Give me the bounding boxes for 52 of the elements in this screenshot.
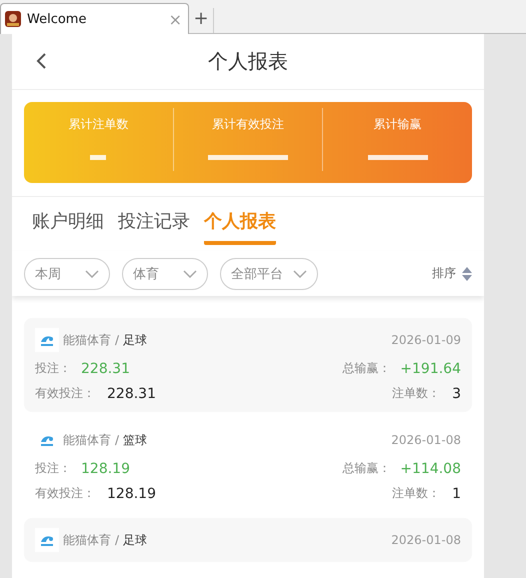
sort-button[interactable]: 排序 xyxy=(432,265,472,282)
count-value: 3 xyxy=(452,386,461,402)
sort-icon xyxy=(462,266,472,280)
count-value: 1 xyxy=(452,486,461,502)
separator: / xyxy=(115,533,120,547)
platform-name: 能猫体育 xyxy=(63,332,111,348)
back-icon[interactable] xyxy=(36,53,46,69)
site-icon xyxy=(5,11,21,27)
tab[interactable]: 投注记录 xyxy=(118,209,190,245)
record-date: 2026-01-09 xyxy=(391,333,461,347)
chevron-down-icon xyxy=(183,270,197,278)
win-label: 总输赢： xyxy=(342,460,390,477)
bet-label: 投注： xyxy=(35,360,71,377)
platform-name: 能猫体育 xyxy=(63,532,111,548)
record-date: 2026-01-08 xyxy=(391,433,461,447)
bet-amount: 228.31 xyxy=(81,360,130,376)
record-date: 2026-01-08 xyxy=(391,533,461,547)
chevron-down-icon xyxy=(293,270,307,278)
chevron-down-icon xyxy=(85,270,99,278)
sport-name: 篮球 xyxy=(123,432,148,448)
valid-bet-amount: 228.31 xyxy=(107,386,156,402)
sport-name: 足球 xyxy=(123,332,148,348)
tab-title: Welcome xyxy=(27,12,88,26)
count-label: 注单数： xyxy=(392,385,440,402)
stat-label: 累计有效投注 xyxy=(212,116,284,133)
valid-bet-label: 有效投注： xyxy=(35,485,95,502)
stat-label: 累计注单数 xyxy=(68,116,128,133)
logo-icon xyxy=(35,528,59,552)
redacted-value-icon xyxy=(208,155,288,160)
filter-dropdown[interactable]: 全部平台 xyxy=(220,258,318,290)
platform-name: 能猫体育 xyxy=(63,432,111,448)
separator: / xyxy=(115,333,120,347)
separator: / xyxy=(115,433,120,447)
valid-bet-label: 有效投注： xyxy=(35,385,95,402)
new-tab-button[interactable]: + xyxy=(189,8,214,33)
redacted-value-icon xyxy=(368,155,428,160)
bet-amount: 128.19 xyxy=(81,460,130,476)
bet-label: 投注： xyxy=(35,460,71,477)
redacted-value-icon xyxy=(90,155,106,160)
logo-icon xyxy=(35,328,59,352)
browser-tab[interactable]: Welcome × xyxy=(0,3,189,34)
win-label: 总输赢： xyxy=(342,360,390,377)
count-label: 注单数： xyxy=(392,485,440,502)
filter-dropdown[interactable]: 本周 xyxy=(24,258,110,290)
sport-name: 足球 xyxy=(123,532,148,548)
page-title: 个人报表 xyxy=(208,48,288,75)
stat-label: 累计输赢 xyxy=(374,116,422,133)
win-amount: +191.64 xyxy=(400,360,461,376)
filter-dropdown[interactable]: 体育 xyxy=(122,258,208,290)
valid-bet-amount: 128.19 xyxy=(107,486,156,502)
tab[interactable]: 账户明细 xyxy=(32,209,104,245)
win-amount: +114.08 xyxy=(400,460,461,476)
